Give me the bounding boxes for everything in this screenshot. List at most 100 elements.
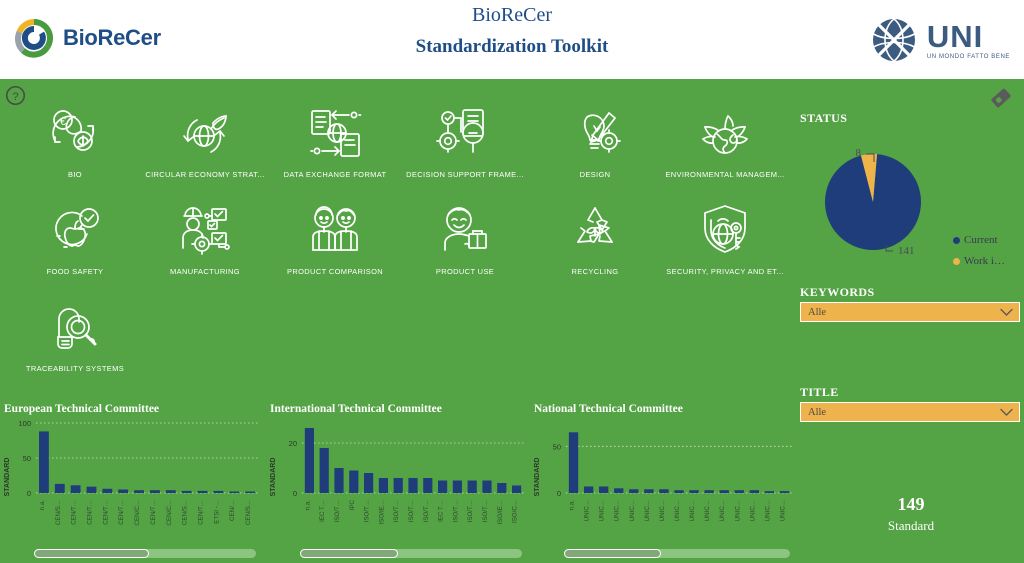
toolkit-item-label: CIRCULAR ECONOMY STRAT... — [145, 170, 265, 179]
european-technical-committee-chart[interactable]: European Technical Committee STANDARD 0 50… — [0, 401, 264, 563]
two-people-icon — [303, 198, 367, 262]
circular-arrows-globe-leaf-icon — [173, 101, 237, 165]
bar-charts-row: European Technical Committee STANDARD 0 50… — [0, 401, 798, 563]
lightbulb-pencil-gear-icon — [563, 101, 627, 165]
svg-text:CEN/T…: CEN/T… — [118, 500, 125, 525]
apple-check-icon — [43, 198, 107, 262]
status-pie-chart[interactable]: 8 141 Current Work i… — [798, 129, 1024, 269]
svg-text:UNIC…: UNIC… — [659, 500, 666, 521]
toolkit-item-label: TRACEABILITY SYSTEMS — [25, 364, 125, 373]
svg-text:ISO/T…: ISO/T… — [423, 500, 430, 522]
svg-text:ISO/T…: ISO/T… — [364, 500, 371, 522]
svg-text:n.a.: n.a. — [39, 500, 46, 511]
legend-label-current: Current — [964, 234, 998, 246]
toolkit-item-label: DATA EXCHANGE FORMAT — [283, 170, 387, 179]
toolkit-item-environmental-management[interactable]: ENVIRONMENTAL MANAGEM... — [660, 101, 790, 198]
bar-chart-svg: STANDARD 0 50 n.a. UNIC… UNIC… UNIC… UNIC… UNIC…… — [534, 432, 792, 521]
chart-plot-area: STANDARD 0 50 n.a. UNIC… UNIC… UNIC… UNIC… UNIC…… — [530, 417, 798, 552]
toolkit-item-recycling[interactable]: RECYCLING — [530, 198, 660, 295]
toolkit-item-food-safety[interactable]: FOOD SAFETY — [10, 198, 140, 295]
international-technical-committee-chart[interactable]: International Technical Committee STANDA… — [266, 401, 530, 563]
legend-item-current[interactable]: Current — [953, 234, 1005, 246]
toolkit-item-manufacturing[interactable]: MANUFACTURING — [140, 198, 270, 295]
svg-text:UNIC…: UNIC… — [599, 500, 606, 521]
svg-text:UNIC…: UNIC… — [584, 500, 591, 521]
svg-text:UNIC…: UNIC… — [719, 500, 726, 521]
legend-item-work-in-progress[interactable]: Work i… — [953, 255, 1005, 267]
svg-text:ISO/T…: ISO/T… — [393, 500, 400, 522]
keywords-filter-dropdown[interactable]: Alle — [800, 302, 1020, 322]
app-header: BioReCer BioReCer Standardization Toolki… — [0, 0, 1024, 80]
svg-text:CEN/T…: CEN/T… — [198, 500, 205, 525]
svg-text:UNIC…: UNIC… — [734, 500, 741, 521]
shield-globe-key-icon — [693, 198, 757, 262]
svg-text:UNIC…: UNIC… — [764, 500, 771, 521]
svg-text:ISO/T…: ISO/T… — [334, 500, 341, 522]
toolkit-item-data-exchange-format[interactable]: DATA EXCHANGE FORMAT — [270, 101, 400, 198]
toolkit-item-decision-support-framework[interactable]: DECISION SUPPORT FRAME... — [400, 101, 530, 198]
document-globe-exchange-icon — [303, 101, 367, 165]
globe-leaves-icon — [693, 101, 757, 165]
uni-logo: UNI UN MONDO FATTO BENE — [868, 14, 1010, 66]
chart-scrollbar[interactable] — [34, 549, 256, 558]
toolkit-item-security-privacy-ethics[interactable]: SECURITY, PRIVACY AND ET... — [660, 198, 790, 295]
svg-text:STANDARD: STANDARD — [534, 458, 541, 497]
toolkit-item-design[interactable]: DESIGN — [530, 101, 660, 198]
chart-scrollbar-thumb[interactable] — [564, 549, 662, 558]
svg-text:CEN/T…: CEN/T… — [150, 500, 157, 525]
dashboard-root: BioReCer BioReCer Standardization Toolki… — [0, 0, 1024, 563]
svg-text:CEN/T…: CEN/T… — [87, 500, 94, 525]
toolkit-item-label: RECYCLING — [571, 267, 619, 276]
legend-dot-current — [953, 236, 960, 244]
svg-text:CEN/C…: CEN/C… — [134, 500, 141, 525]
toolkit-item-label: ENVIRONMENTAL MANAGEM... — [665, 170, 785, 179]
keywords-filter-value: Alle — [808, 306, 827, 318]
toolkit-item-traceability-systems[interactable]: TRACEABILITY SYSTEMS — [10, 295, 140, 392]
title-filter-dropdown[interactable]: Alle — [800, 402, 1020, 422]
filters-panel: STATUS 8 141 Current Work i… KEYWORDS Al… — [798, 79, 1024, 563]
chart-scrollbar[interactable] — [300, 549, 522, 558]
bar-chart-svg: STANDARD 0 50 100 n.a. CEN/S… CEN/T… CEN/T… CEN/… — [4, 419, 258, 525]
toolkit-item-label: MANUFACTURING — [170, 267, 240, 276]
svg-text:CEN/T…: CEN/T… — [71, 500, 78, 525]
svg-text:ETSI -…: ETSI -… — [213, 500, 220, 524]
uni-tagline: UN MONDO FATTO BENE — [926, 53, 1010, 60]
toolkit-item-product-use[interactable]: PRODUCT USE — [400, 198, 530, 295]
svg-text:ISO/IE…: ISO/IE… — [497, 500, 504, 524]
uni-text: UNI — [926, 18, 984, 54]
status-legend: Current Work i… — [953, 234, 1005, 276]
toolkit-item-circular-economy-strategies[interactable]: CIRCULAR ECONOMY STRAT... — [140, 101, 270, 198]
svg-text:UNIC…: UNIC… — [614, 500, 621, 521]
national-technical-committee-chart[interactable]: National Technical Committee STANDARD 0 50… — [530, 401, 798, 563]
svg-text:50: 50 — [23, 454, 31, 463]
svg-text:0: 0 — [293, 489, 297, 498]
chart-scrollbar-thumb[interactable] — [34, 549, 150, 558]
chart-title: European Technical Committee — [4, 403, 160, 415]
keywords-section-title: KEYWORDS — [800, 285, 875, 299]
svg-text:ISO/T…: ISO/T… — [452, 500, 459, 522]
svg-text:UNIC…: UNIC… — [704, 500, 711, 521]
toolkit-item-label: FOOD SAFETY — [46, 267, 104, 276]
legend-dot-work — [953, 257, 960, 265]
standard-count-value: 149 — [897, 494, 925, 514]
chart-scrollbar-thumb[interactable] — [300, 549, 398, 558]
svg-text:ISO/T…: ISO/T… — [482, 500, 489, 522]
toolkit-item-bio[interactable]: € BIO — [10, 101, 140, 198]
svg-text:CEN/S…: CEN/S… — [245, 500, 252, 525]
svg-text:0: 0 — [557, 489, 561, 498]
svg-text:n.a.: n.a. — [569, 500, 576, 511]
toolkit-item-label: BIO — [68, 170, 82, 179]
svg-text:n.a.: n.a. — [304, 500, 311, 511]
chart-scrollbar[interactable] — [564, 549, 790, 558]
standard-count-label: Standard — [887, 518, 935, 533]
svg-text:CEN/S…: CEN/S… — [182, 500, 189, 525]
svg-text:UNIC…: UNIC… — [644, 500, 651, 521]
toolkit-item-product-comparison[interactable]: PRODUCT COMPARISON — [270, 198, 400, 295]
chevron-down-icon — [997, 403, 1015, 421]
svg-text:CEN/C…: CEN/C… — [166, 500, 173, 525]
svg-text:IEC T…: IEC T… — [438, 500, 445, 522]
standard-count-kpi: 149 Standard — [798, 494, 1024, 534]
toolkit-item-label: PRODUCT COMPARISON — [286, 267, 384, 276]
chart-title: International Technical Committee — [270, 403, 442, 415]
chart-title: National Technical Committee — [534, 403, 683, 415]
